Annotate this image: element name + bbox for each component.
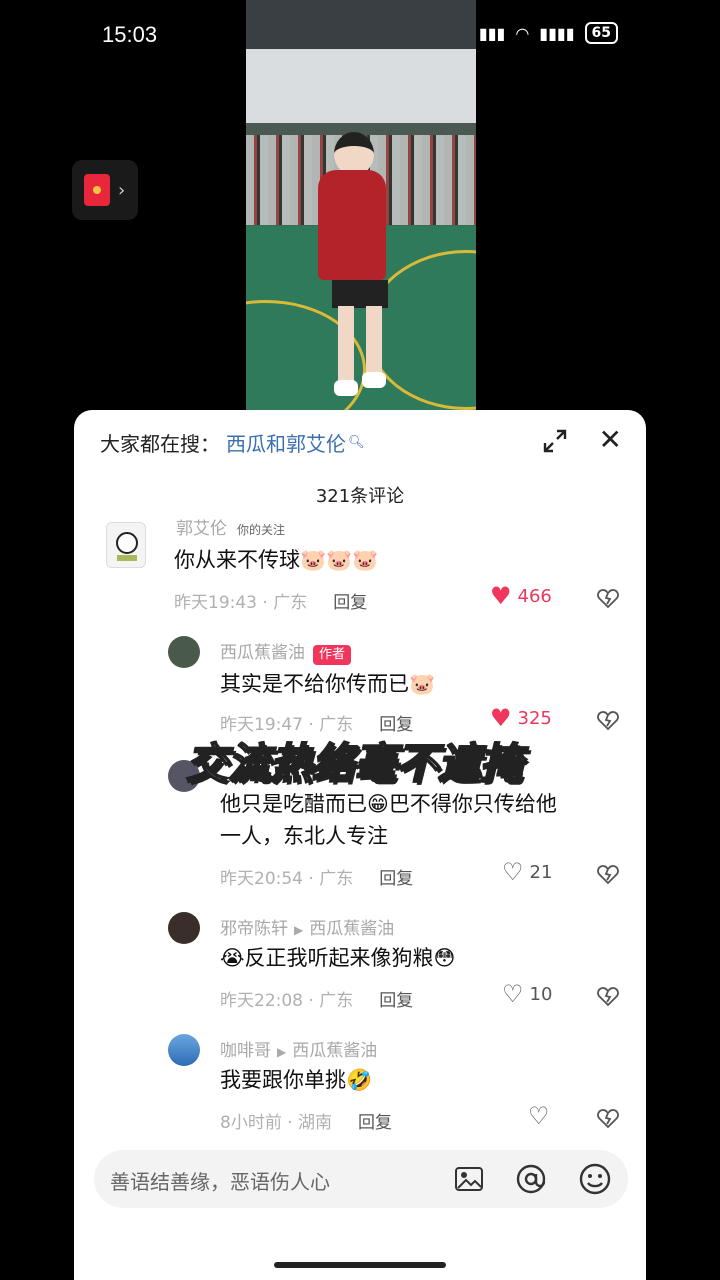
status-time: 15:03 [102, 22, 158, 47]
search-label: 大家都在搜： [100, 432, 220, 456]
reply-button[interactable]: 回复 [379, 991, 413, 1011]
comment-text-line2[interactable]: 一人，东北人专注 [220, 820, 388, 852]
comment-text[interactable]: 你从来不传球🐷🐷🐷 [174, 544, 378, 576]
heart-icon: ♡ [502, 858, 524, 886]
comment-text[interactable]: 😭反正我听起来像狗粮😳 [220, 942, 455, 974]
heart-icon: ♡ [528, 1102, 550, 1130]
person-shoe [362, 372, 386, 388]
home-indicator[interactable] [274, 1262, 446, 1268]
follow-tag: 你的关注 [237, 523, 286, 537]
comment-time-location: 昨天20:54 · 广东 [220, 869, 354, 889]
dislike-icon[interactable] [596, 984, 620, 1008]
signal-icon: ▮▮▮ [478, 23, 506, 43]
avatar[interactable] [168, 1034, 200, 1066]
like-count: 10 [529, 983, 553, 1005]
comment-nickname[interactable]: 西瓜蕉酱油 作者 [220, 638, 352, 665]
reply-button[interactable]: 回复 [379, 869, 413, 889]
dislike-icon[interactable] [596, 862, 620, 886]
nickname-text[interactable]: 西瓜蕉酱油 [220, 643, 305, 663]
nickname-text[interactable]: 郭艾伦 [176, 519, 227, 539]
person-shoe [334, 380, 358, 396]
avatar-drawing-icon [116, 532, 138, 561]
avatar[interactable] [106, 522, 146, 568]
comment-text[interactable]: 他只是吃醋而已😁巴不得你只传给他 [220, 788, 557, 820]
person-body [318, 170, 386, 280]
heart-icon: ♥ [490, 704, 512, 732]
comment-nickname[interactable]: 郭艾伦 你的关注 [176, 514, 285, 539]
like-button[interactable]: ♡ [528, 1104, 550, 1128]
like-count: 21 [529, 861, 553, 883]
comment-meta: 昨天19:43 · 广东 回复 [174, 588, 367, 613]
chevron-right-icon: › [118, 179, 126, 201]
nickname-text[interactable]: 咖啡哥 [220, 1041, 271, 1061]
comment-time-location: 8小时前 · 湖南 [220, 1113, 333, 1133]
person-leg [366, 306, 382, 380]
like-count: 466 [517, 585, 552, 607]
heart-icon: ♡ [502, 980, 524, 1008]
reply-arrow-icon: ▶ [294, 923, 304, 937]
reply-button[interactable]: 回复 [358, 1113, 392, 1133]
avatar[interactable] [168, 636, 200, 668]
comment-time-location: 昨天19:43 · 广东 [174, 593, 308, 613]
status-icons: ▮▮▮ ◠ ▮▮▮▮ 65 [479, 22, 618, 44]
comment-text[interactable]: 其实是不给你传而已🐷 [220, 668, 435, 700]
like-button[interactable]: ♥ 466 [490, 584, 552, 608]
search-icon: 🔍︎ [348, 435, 365, 450]
like-button[interactable]: ♡ 10 [502, 982, 552, 1006]
comment-text[interactable]: 我要跟你单挑🤣 [220, 1064, 372, 1096]
person-leg [338, 306, 354, 386]
comment-input[interactable]: 善语结善缘，恶语伤人心 [110, 1166, 330, 1195]
signal-icon-2: ▮▮▮▮ [539, 23, 575, 43]
heart-icon: ♥ [490, 582, 512, 610]
avatar[interactable] [168, 912, 200, 944]
nickname-text[interactable]: 邪帝陈轩 [220, 919, 288, 939]
at-icon[interactable] [514, 1162, 548, 1196]
comment-input-bar[interactable]: 善语结善缘，恶语伤人心 [94, 1150, 628, 1208]
battery-icon: 65 [584, 22, 618, 44]
person-shorts [332, 280, 388, 308]
close-icon[interactable]: ✕ [599, 426, 622, 454]
comment-nickname[interactable]: 咖啡哥 ▶ 西瓜蕉酱油 [220, 1036, 377, 1061]
comment-count: 321条评论 [315, 486, 405, 507]
wifi-icon: ◠ [515, 23, 530, 43]
comment-meta: 8小时前 · 湖南 回复 [220, 1108, 392, 1133]
comment-sheet: 大家都在搜： 西瓜和郭艾伦 🔍︎ ✕ 321条评论 郭艾伦 你的关注 你从来不传球… [74, 410, 646, 1280]
like-count: 325 [517, 707, 552, 729]
search-term[interactable]: 西瓜和郭艾伦 [226, 428, 346, 457]
comment-meta: 昨天20:54 · 广东 回复 [220, 864, 413, 889]
reply-button[interactable]: 回复 [333, 593, 367, 613]
red-packet-icon [84, 174, 110, 206]
dislike-icon[interactable] [596, 1106, 620, 1130]
image-icon[interactable] [452, 1162, 486, 1196]
expand-icon[interactable] [542, 428, 568, 454]
comment-nickname[interactable]: 邪帝陈轩 ▶ 西瓜蕉酱油 [220, 914, 394, 939]
comment-time-location: 昨天22:08 · 广东 [220, 991, 354, 1011]
reply-to-name[interactable]: 西瓜蕉酱油 [292, 1041, 377, 1061]
dislike-icon[interactable] [596, 708, 620, 732]
video-player[interactable] [246, 0, 476, 410]
like-button[interactable]: ♡ 21 [502, 860, 552, 884]
red-packet-button[interactable]: › [72, 160, 138, 220]
like-button[interactable]: ♥ 325 [490, 706, 552, 730]
emoji-icon[interactable] [578, 1162, 612, 1196]
reply-to-name[interactable]: 西瓜蕉酱油 [309, 919, 394, 939]
dislike-icon[interactable] [596, 586, 620, 610]
reply-arrow-icon: ▶ [277, 1045, 287, 1059]
search-suggestion[interactable]: 大家都在搜： 西瓜和郭艾伦 🔍︎ [100, 428, 365, 457]
overlay-caption: 交流热络毫不遮掩 [185, 738, 523, 789]
comment-meta: 昨天22:08 · 广东 回复 [220, 986, 413, 1011]
author-badge: 作者 [313, 645, 352, 665]
